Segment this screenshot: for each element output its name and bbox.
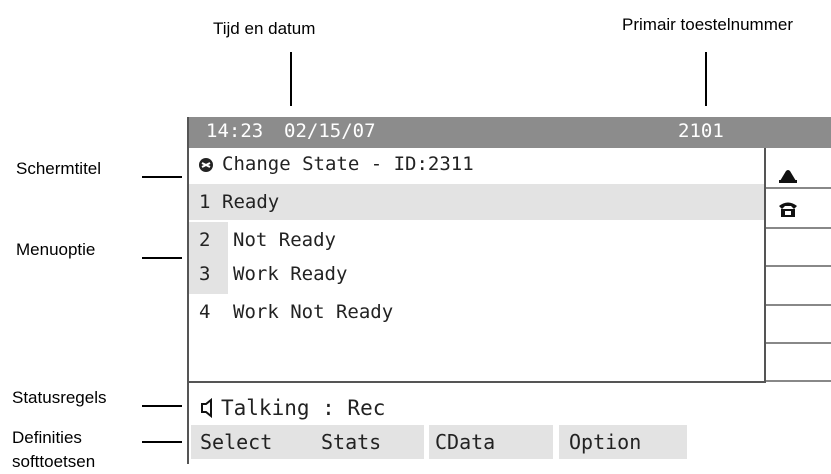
menu-item-label: Not Ready <box>233 229 336 251</box>
callout-primary-number: Primair toestelnummer <box>622 15 793 34</box>
softkey-stats[interactable]: Stats <box>315 425 424 459</box>
menu-item-number: 4 <box>199 301 211 323</box>
handset-icon <box>779 170 797 183</box>
menu-item-number: 2 <box>199 229 211 251</box>
leader-status-lines <box>142 405 182 407</box>
menu-item-label: Work Not Ready <box>233 301 394 323</box>
menu-item-number: 3 <box>199 263 211 285</box>
line-key-divider <box>766 265 831 267</box>
line-key-divider <box>766 304 831 306</box>
leader-screen-title <box>142 176 182 178</box>
leader-time-date <box>290 52 292 106</box>
softkey-label: Stats <box>321 430 382 454</box>
line-key-divider <box>766 380 831 382</box>
softkey-cdata[interactable]: CData <box>429 425 553 459</box>
menu-item-label: Work Ready <box>233 263 348 285</box>
softkey-label: Select <box>200 430 273 454</box>
phone-icon <box>779 202 797 217</box>
callout-softkey-defs-1: Definities <box>12 428 82 447</box>
status-text: Talking : Rec <box>221 396 386 420</box>
menu-item-3[interactable]: 3 Work Ready <box>189 258 764 294</box>
callout-time-date: Tijd en datum <box>213 19 316 38</box>
callout-status-lines: Statusregels <box>12 388 107 407</box>
menu-item-label: Ready <box>222 191 280 213</box>
menu-item-1[interactable]: 1 Ready <box>189 184 764 220</box>
menu-item-number: 1 <box>199 191 211 213</box>
line-key-divider <box>766 342 831 344</box>
screen-title-text: Change State - ID:2311 <box>222 153 474 175</box>
callout-menu-option: Menuoptie <box>16 240 96 259</box>
line-key-divider <box>766 187 831 189</box>
time-display: 14:23 <box>206 120 264 142</box>
softkey-select[interactable]: Select <box>191 425 321 459</box>
phone-display: 14:23 02/15/07 2101 Change State - ID:23… <box>187 117 831 464</box>
line-key-divider <box>766 227 831 229</box>
extension-number: 2101 <box>678 120 724 142</box>
softkey-label: Option <box>569 430 642 454</box>
callout-softkey-defs-2: softtoetsen <box>12 452 96 471</box>
agent-state-icon <box>199 158 213 172</box>
speaker-icon <box>201 398 212 418</box>
softkey-label: CData <box>435 430 496 454</box>
menu-item-2[interactable]: 2 Not Ready <box>189 222 764 258</box>
leader-primary-number <box>705 52 707 106</box>
screen-title: Change State - ID:2311 <box>189 148 764 182</box>
status-line: Talking : Rec <box>189 391 764 423</box>
callout-screen-title: Schermtitel <box>16 159 102 178</box>
status-bar: 14:23 02/15/07 2101 <box>189 117 831 148</box>
menu-item-4[interactable]: 4 Work Not Ready <box>189 294 764 330</box>
leader-menu-option <box>142 257 182 259</box>
softkey-option[interactable]: Option <box>559 425 687 459</box>
date-display: 02/15/07 <box>284 120 376 142</box>
leader-softkey-defs <box>142 441 182 443</box>
menu-panel: Change State - ID:2311 1 Ready 2 Not Rea… <box>189 148 766 383</box>
